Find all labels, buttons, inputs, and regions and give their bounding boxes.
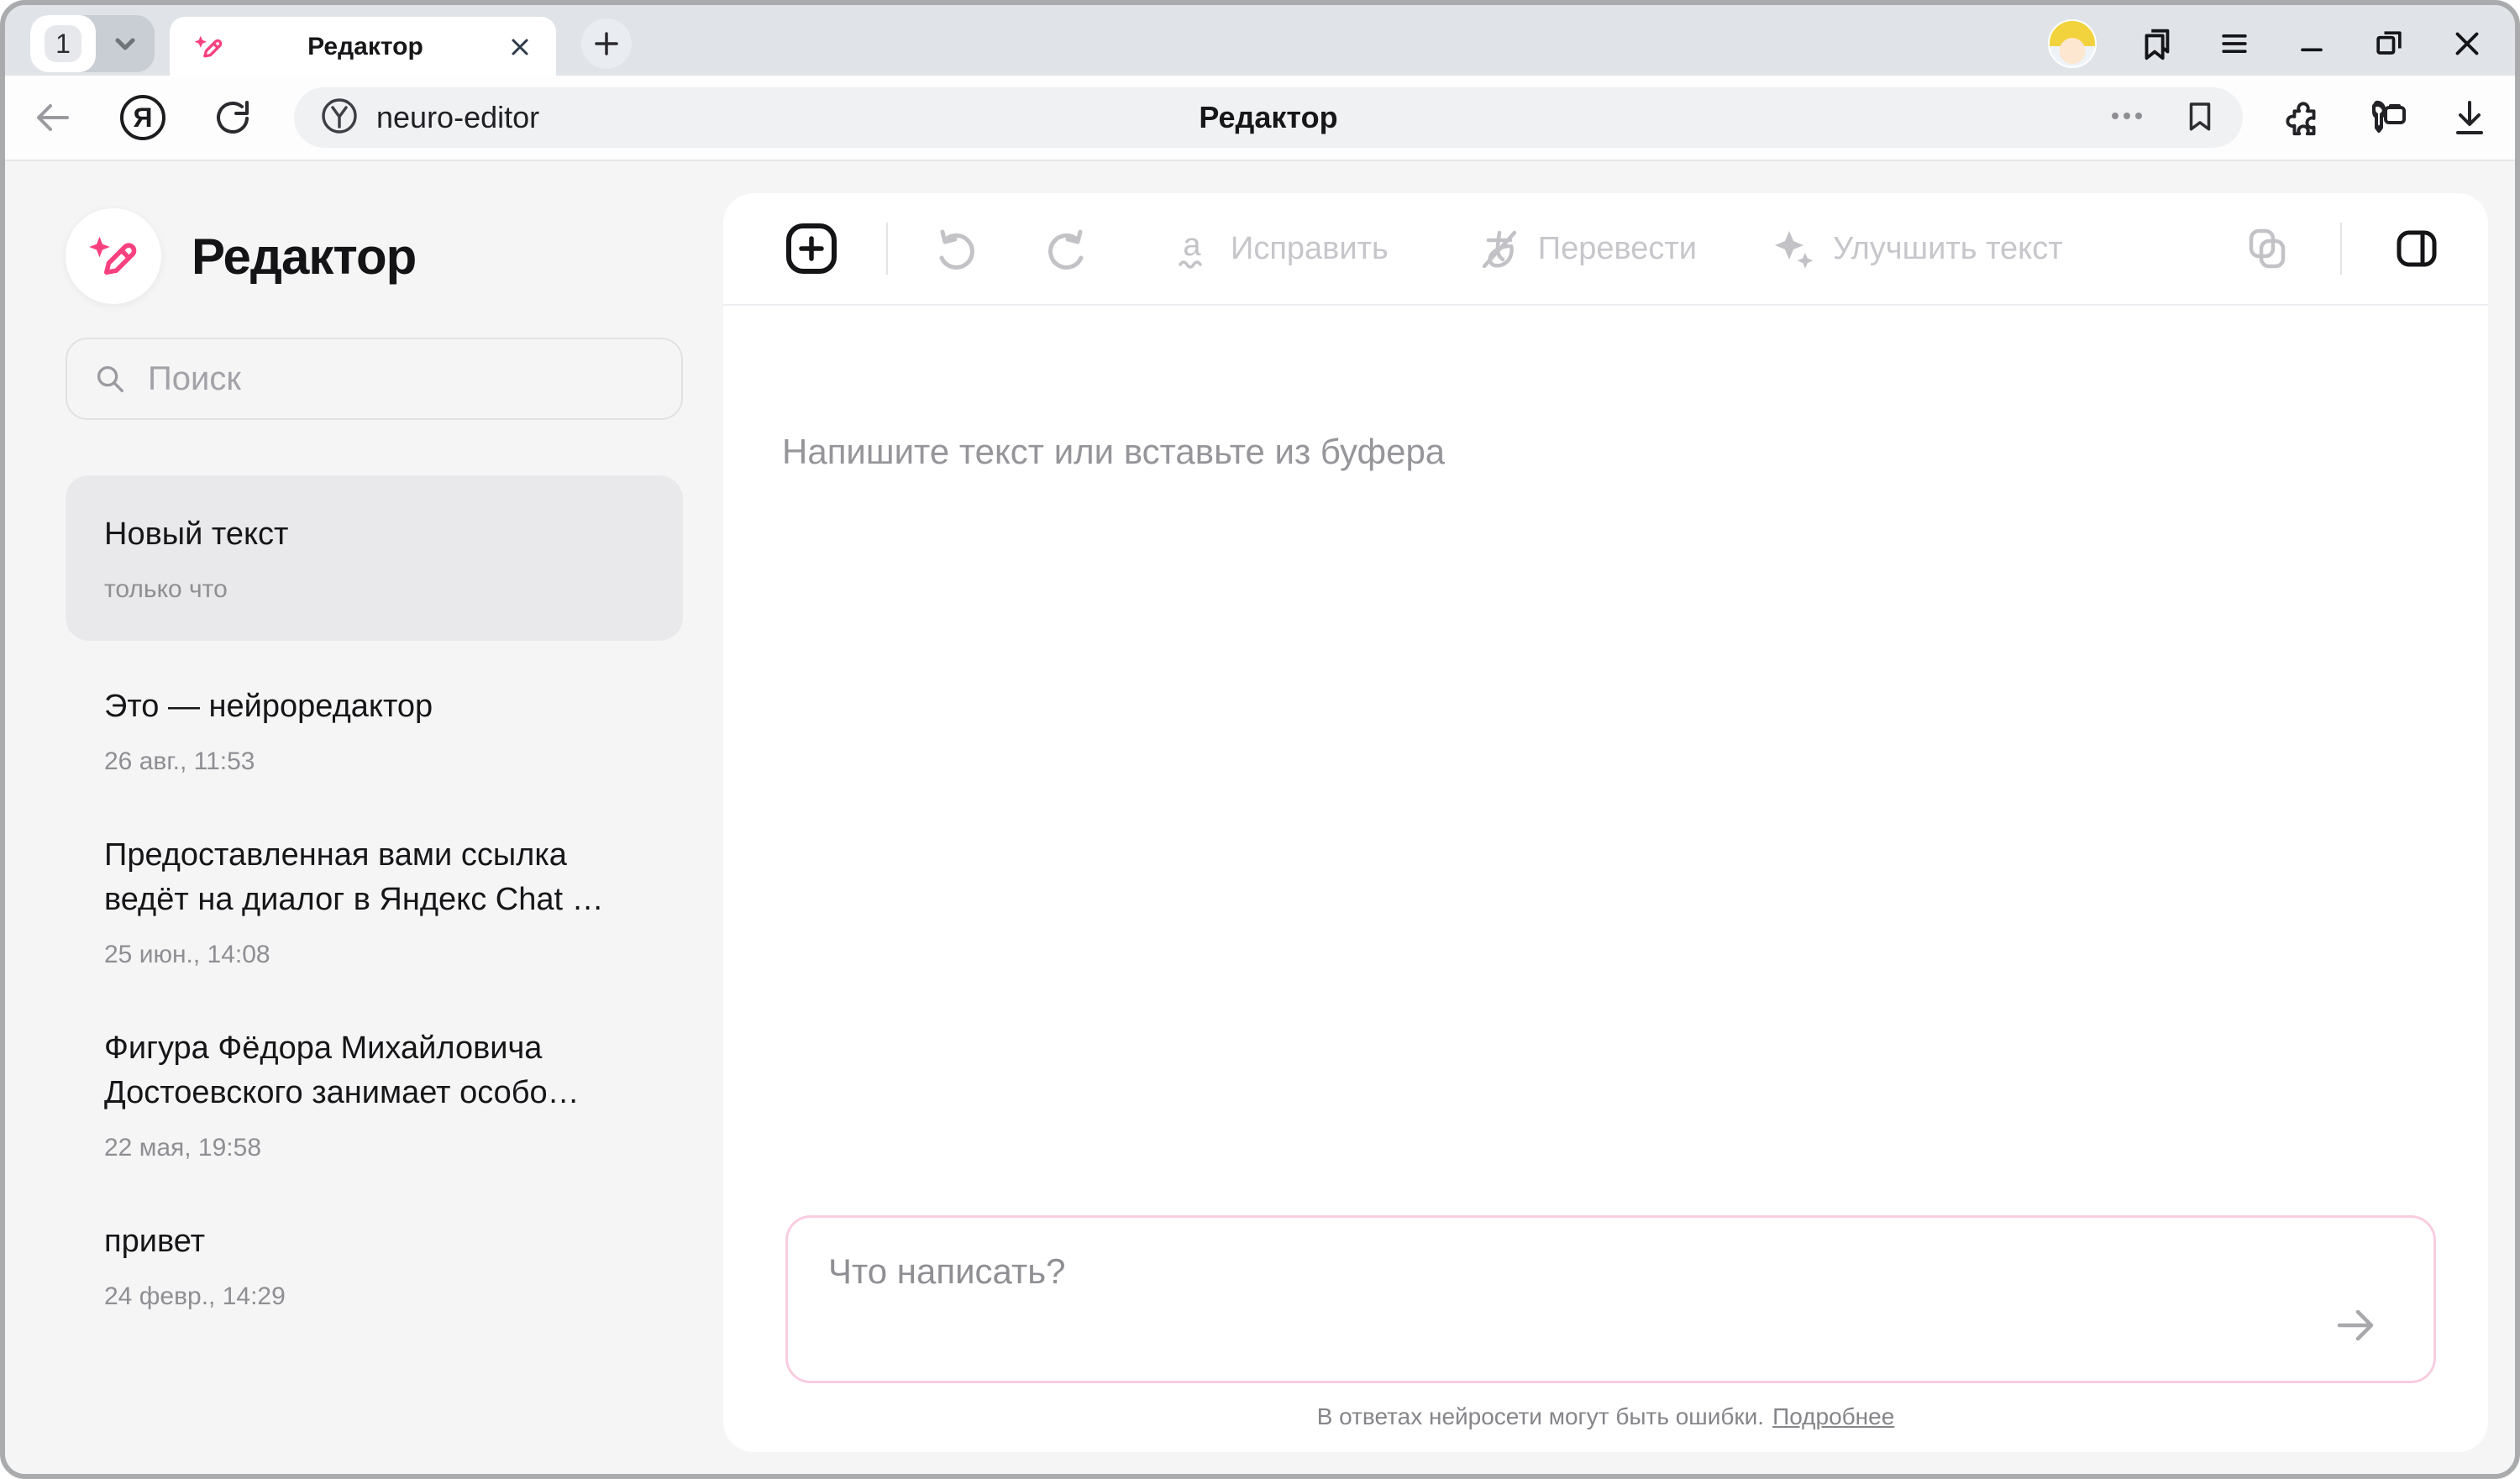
document-meta: 22 мая, 19:58 [104,1134,644,1162]
new-tab-button[interactable] [581,18,632,69]
browser-tab[interactable]: Редактор [170,17,556,77]
ai-disclaimer: В ответах нейросети могут быть ошибки. По… [723,1383,2488,1452]
toolbar-divider [886,223,888,275]
editor-placeholder: Напишите текст или вставьте из буфера [782,432,2429,472]
disclaimer-text: В ответах нейросети могут быть ошибки. [1317,1403,1764,1429]
fix-text-label: Исправить [1231,231,1389,267]
app-logo [66,208,161,304]
downloads-icon[interactable] [2449,97,2490,138]
editor-toolbar: а Исправить Перевести [723,193,2488,306]
more-actions-icon[interactable] [2107,96,2147,140]
document-item[interactable]: Это — нейроредактор 26 авг., 11:53 [66,656,683,805]
document-meta: только что [104,575,644,604]
menu-icon[interactable] [2216,25,2253,62]
document-meta: 25 июн., 14:08 [104,941,644,969]
tab-counter[interactable]: 1 [30,15,155,72]
document-title: Это — нейроредактор [104,684,644,729]
spellcheck-icon: а [1170,227,1214,270]
panel-toggle-button[interactable] [2392,224,2441,273]
document-item-selected[interactable]: Новый текст только что [66,475,683,641]
address-pill[interactable]: neuro-editor Редактор [294,87,2243,148]
improve-text-label: Улучшить текст [1833,231,2063,267]
document-title: Новый текст [104,512,644,557]
improve-text-button[interactable]: Улучшить текст [1771,226,2063,271]
learn-more-link[interactable]: Подробнее [1772,1403,1894,1429]
new-document-button[interactable] [784,221,839,276]
prompt-input[interactable] [788,1218,2433,1381]
document-meta: 26 авг., 11:53 [104,747,644,776]
bookmark-icon[interactable] [2182,98,2218,138]
address-bar: Я neuro-editor Редактор [5,76,2515,161]
tab-close-icon[interactable] [506,33,534,61]
tab-count-badge: 1 [45,25,81,62]
sparkles-icon [1771,226,1816,271]
undo-icon [933,225,980,272]
document-list: Новый текст только что Это — нейроредакт… [66,475,683,1340]
editor-panel: а Исправить Перевести [723,193,2488,1452]
app-title: Редактор [192,228,416,286]
url-text: neuro-editor [376,100,539,135]
editor-area[interactable]: Напишите текст или вставьте из буфера [723,306,2488,1215]
document-title: привет [104,1219,644,1264]
tab-counter-button[interactable]: 1 [30,15,96,72]
document-item[interactable]: привет 24 февр., 14:29 [66,1191,683,1340]
yandex-logo-icon[interactable]: Я [118,92,168,143]
document-title: Предоставленная вами ссылка ведёт на диа… [104,833,644,922]
bookmarks-panel-icon[interactable] [2137,24,2176,63]
document-meta: 24 февр., 14:29 [104,1282,644,1311]
svg-text:а: а [1183,228,1201,263]
fix-text-button[interactable]: а Исправить [1170,227,1389,270]
back-icon[interactable] [30,96,74,139]
send-prompt-button[interactable] [2329,1298,2383,1352]
translate-button[interactable]: Перевести [1476,226,1697,271]
translate-icon [1476,226,1521,271]
arrow-right-icon [2331,1300,2381,1351]
search-input[interactable] [148,360,656,398]
toolbar-divider [2340,223,2342,275]
address-page-title: Редактор [294,100,2243,135]
tab-title: Редактор [225,33,506,61]
tab-strip: 1 Редактор [5,5,2515,76]
close-window-icon[interactable] [2448,24,2486,63]
passwords-wallet-icon[interactable] [2365,96,2409,139]
document-title: Фигура Фёдора Михайловича Достоевского з… [104,1026,644,1115]
svg-text:Я: Я [134,102,153,133]
browser-window: 1 Редактор [0,0,2520,1479]
redo-button[interactable] [1042,225,1089,272]
copy-icon [2244,226,2290,271]
document-item[interactable]: Предоставленная вами ссылка ведёт на диа… [66,805,683,998]
search-icon [92,361,128,396]
search-box[interactable] [66,338,683,420]
redo-icon [1042,225,1089,272]
minimize-icon[interactable] [2293,25,2330,62]
extensions-icon[interactable] [2283,97,2325,139]
reload-icon[interactable] [212,96,255,139]
user-avatar[interactable] [2048,19,2097,68]
prompt-box[interactable] [785,1215,2436,1383]
translate-label: Перевести [1538,231,1697,267]
sidebar: Редактор Новый текст только что Это — не… [5,161,723,1474]
restore-window-icon[interactable] [2370,25,2407,62]
page-content: Редактор Новый текст только что Это — не… [5,161,2515,1474]
chevron-down-icon[interactable] [96,27,155,60]
site-favicon-icon [319,96,360,140]
panel-right-icon [2392,224,2441,273]
undo-button[interactable] [933,225,980,272]
editor-favicon-icon [192,30,225,64]
document-item[interactable]: Фигура Фёдора Михайловича Достоевского з… [66,998,683,1191]
copy-button[interactable] [2244,226,2290,271]
